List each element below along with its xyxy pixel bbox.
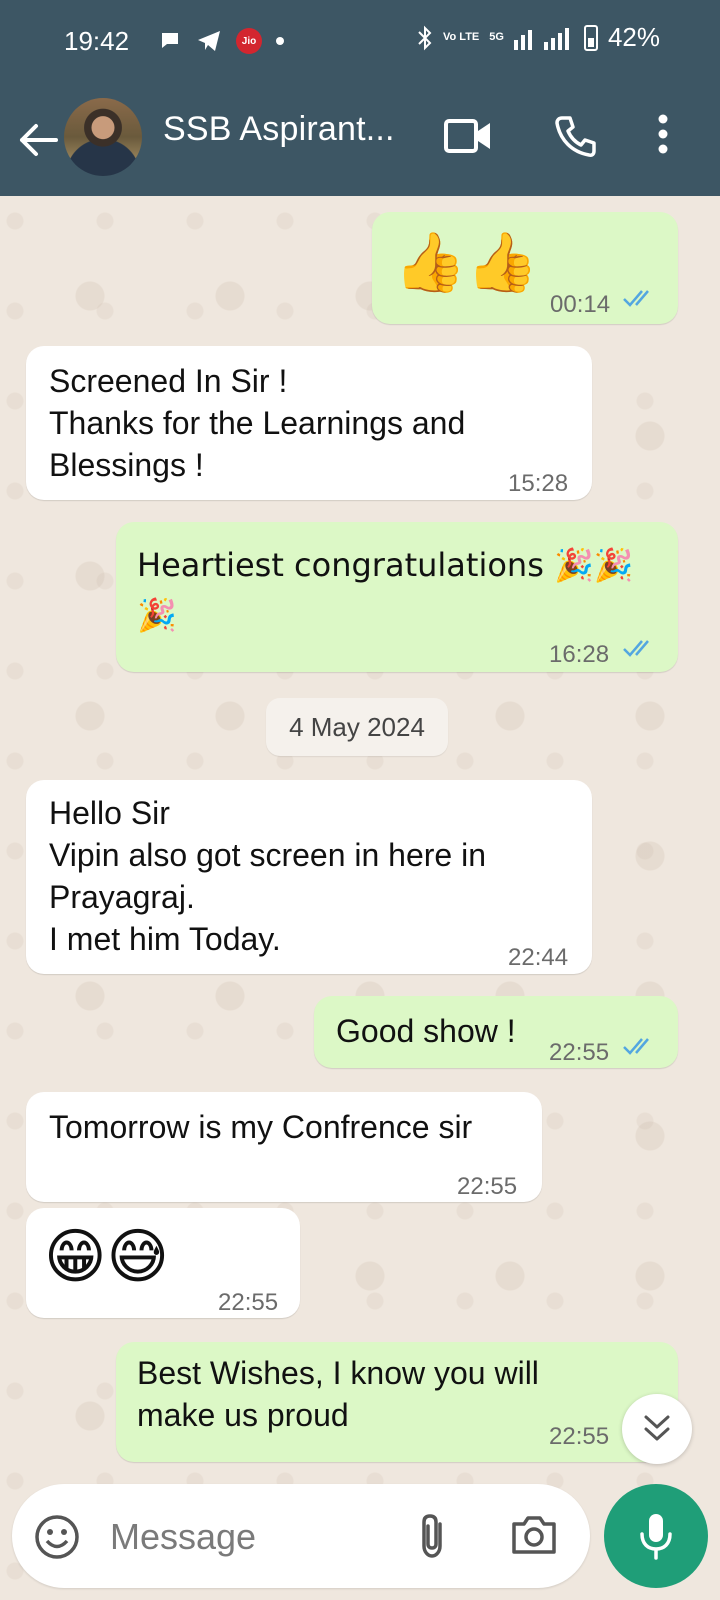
chat-title[interactable]: SSB Aspirant...	[163, 110, 395, 149]
read-receipt-icon	[623, 290, 649, 307]
message-composer	[12, 1484, 590, 1588]
message-line: Thanks for the Learnings and	[49, 405, 466, 441]
back-arrow-icon[interactable]	[16, 118, 60, 162]
message-bubble-incoming[interactable]: 😁😅 22:55	[26, 1208, 300, 1318]
message-line: make us proud	[137, 1397, 349, 1433]
message-text: Hello Sir Vipin also got screen in here …	[49, 792, 486, 960]
message-line: Blessings !	[49, 447, 204, 483]
mic-button[interactable]	[604, 1484, 708, 1588]
message-line: Screened In Sir !	[49, 363, 288, 399]
network-type: 5G	[489, 31, 504, 43]
message-text: Tomorrow is my Confrence sir	[49, 1109, 473, 1145]
message-time: 15:28	[508, 470, 569, 497]
phone-icon[interactable]	[554, 114, 598, 158]
message-line: 🎉	[137, 596, 177, 634]
message-input[interactable]	[108, 1506, 392, 1568]
message-bubble-incoming[interactable]: Tomorrow is my Confrence sir 22:55	[26, 1092, 542, 1202]
chat-header: SSB Aspirant...	[0, 84, 720, 196]
battery-icon	[583, 24, 598, 51]
read-receipt-icon	[623, 1038, 649, 1055]
message-text: 👍👍	[394, 228, 539, 296]
message-time: 22:44	[508, 944, 569, 971]
message-bubble-outgoing[interactable]: Best Wishes, I know you will make us pro…	[116, 1342, 678, 1462]
message-time: 22:55	[457, 1173, 518, 1200]
contact-avatar[interactable]	[64, 98, 142, 176]
jio-icon: Jio	[236, 28, 262, 54]
message-line: Heartiest congratulations 🎉🎉	[137, 546, 634, 584]
message-text: Heartiest congratulations 🎉🎉 🎉	[137, 544, 634, 636]
message-line: Vipin also got screen in here in	[49, 837, 487, 873]
status-bar: 19:42 Jio Vo LTE 5G 42%	[0, 0, 720, 84]
attach-icon[interactable]	[412, 1512, 452, 1560]
scroll-down-icon	[644, 1415, 670, 1441]
emoji-icon[interactable]	[34, 1514, 80, 1560]
message-bubble-outgoing[interactable]: 👍👍 00:14	[372, 212, 678, 324]
message-time: 00:14	[550, 291, 611, 318]
message-bubble-incoming[interactable]: Hello Sir Vipin also got screen in here …	[26, 780, 592, 974]
notification-icons: Jio	[158, 28, 284, 54]
video-call-icon[interactable]	[444, 118, 492, 154]
more-vertical-icon[interactable]	[657, 114, 669, 154]
message-bubble-outgoing[interactable]: Heartiest congratulations 🎉🎉 🎉 16:28	[116, 522, 678, 672]
message-text: Screened In Sir ! Thanks for the Learnin…	[49, 360, 465, 486]
message-time: 22:55	[218, 1289, 279, 1316]
message-time: 16:28	[549, 641, 610, 668]
message-text: 😁😅	[44, 1222, 170, 1292]
message-time: 22:55	[549, 1039, 610, 1066]
message-text: Good show !	[336, 1013, 516, 1049]
scroll-down-button[interactable]	[622, 1394, 692, 1464]
volte-label: Vo LTE	[443, 31, 480, 43]
message-text: Best Wishes, I know you will make us pro…	[137, 1352, 539, 1436]
date-separator: 4 May 2024	[266, 698, 448, 756]
message-bubble-incoming[interactable]: Screened In Sir ! Thanks for the Learnin…	[26, 346, 592, 500]
message-line: Prayagraj.	[49, 879, 195, 915]
notification-dot	[276, 37, 284, 45]
mic-icon	[640, 1514, 672, 1560]
bluetooth-icon	[418, 25, 432, 50]
signal-icon	[513, 27, 569, 50]
message-line: Best Wishes, I know you will	[137, 1355, 539, 1391]
chat-notification-icon	[162, 33, 178, 48]
message-bubble-outgoing[interactable]: Good show ! 22:55	[314, 996, 678, 1068]
camera-icon[interactable]	[510, 1512, 558, 1556]
read-receipt-icon	[623, 640, 649, 657]
status-time: 19:42	[64, 26, 130, 56]
message-line: I met him Today.	[49, 921, 281, 957]
battery-percent: 42%	[607, 22, 660, 52]
telegram-icon	[198, 31, 220, 51]
system-icons: Vo LTE 5G 42%	[417, 22, 660, 53]
message-line: Hello Sir	[49, 795, 170, 831]
message-time: 22:55	[549, 1423, 610, 1450]
